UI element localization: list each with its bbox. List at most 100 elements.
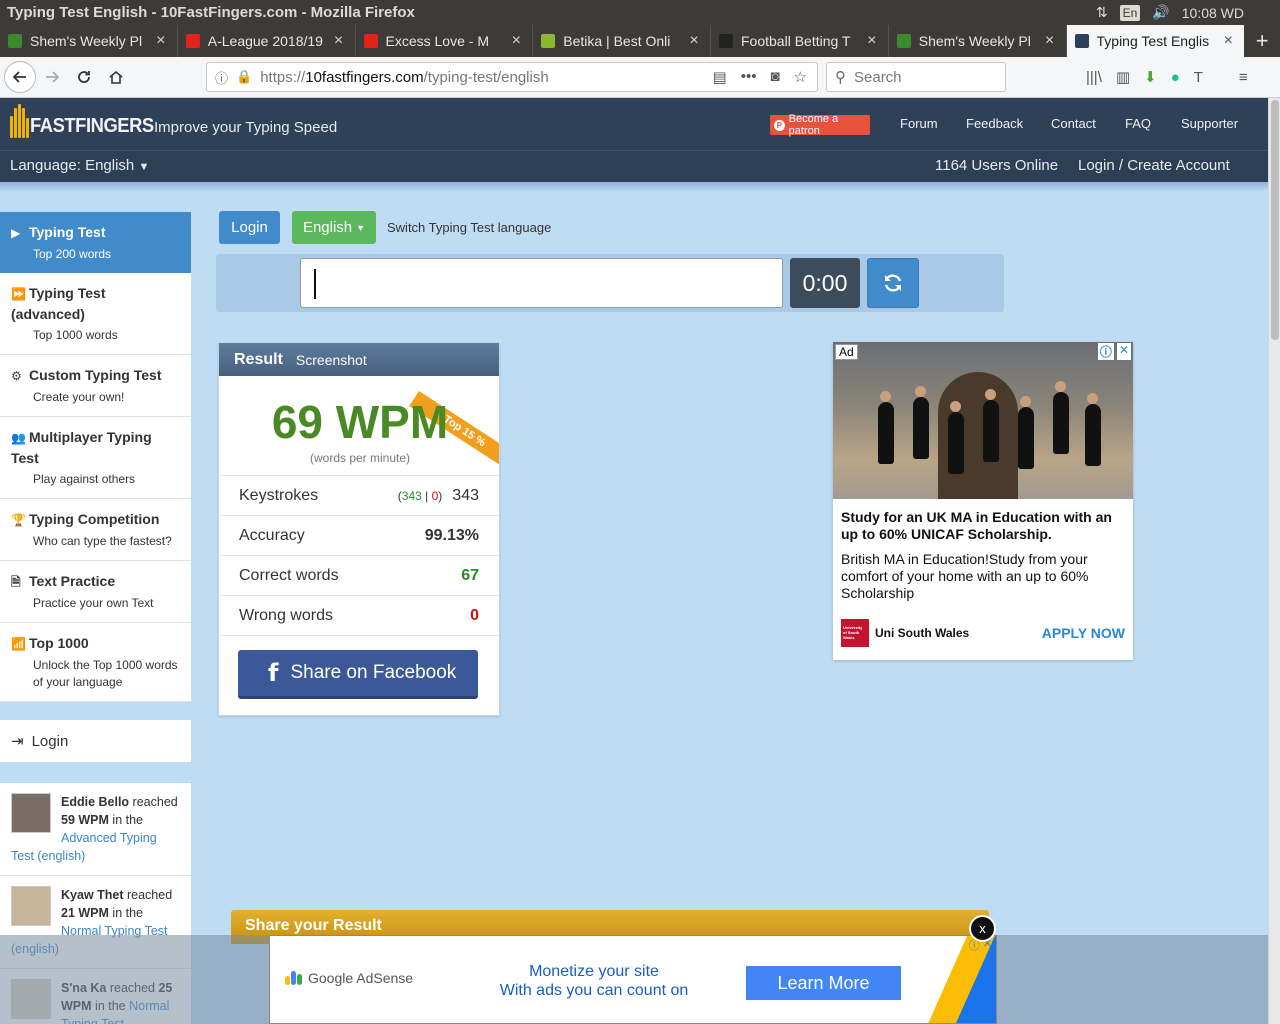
language-button[interactable]: English ▼ xyxy=(292,211,376,244)
typing-input[interactable] xyxy=(300,258,783,308)
close-tab-icon[interactable]: × xyxy=(1220,32,1236,50)
forward-button[interactable] xyxy=(36,61,68,93)
restart-test-button[interactable] xyxy=(867,258,919,308)
close-tab-icon[interactable]: × xyxy=(686,32,702,50)
download-icon[interactable]: ⬇ xyxy=(1144,68,1157,86)
close-tab-icon[interactable]: × xyxy=(508,32,524,50)
browser-tab[interactable]: Excess Love - M × xyxy=(356,25,534,57)
browser-tab[interactable]: Betika | Best Onli × xyxy=(533,25,711,57)
avatar[interactable] xyxy=(11,886,51,926)
ad-choices[interactable]: ⓘ ✕ xyxy=(1097,343,1131,360)
sidebar-item[interactable]: ▶ Typing Test Top 200 words xyxy=(0,212,191,273)
browser-tab[interactable]: Shem's Weekly Pl × xyxy=(889,25,1067,57)
graduate-face xyxy=(950,401,961,412)
close-tab-icon[interactable]: × xyxy=(331,32,347,50)
sidebar-item[interactable]: ⏩ Typing Test (advanced) Top 1000 words xyxy=(0,273,191,355)
new-tab-button[interactable]: + xyxy=(1244,25,1280,57)
correct-words-label: Correct words xyxy=(239,566,339,584)
adchoices-icon[interactable]: ⓘ xyxy=(1097,343,1114,360)
language-dropdown[interactable]: Language: English ▼ xyxy=(10,157,149,174)
graduate-face xyxy=(880,391,891,402)
display-ad[interactable]: Ad ⓘ ✕ Study for an UK MA in Education wi… xyxy=(833,342,1133,660)
sidebar-item[interactable]: 🗎 Text Practice Practice your own Text xyxy=(0,561,191,623)
system-tray: ⇅ En 🔊 10:08 WD xyxy=(1096,4,1280,21)
graduate-face xyxy=(1087,393,1098,404)
browser-tab[interactable]: A-League 2018/19 × xyxy=(178,25,356,57)
keyboard-layout-indicator[interactable]: En xyxy=(1119,4,1141,21)
sidebar-item-title: Typing Competition xyxy=(29,511,160,527)
bottom-banner-ad[interactable]: Google AdSense Monetize your site With a… xyxy=(269,935,997,1024)
nav-forum[interactable]: Forum xyxy=(900,116,938,131)
nav-faq[interactable]: FAQ xyxy=(1125,116,1151,131)
library-icon[interactable]: |||\ xyxy=(1086,69,1102,86)
clock[interactable]: 10:08 WD xyxy=(1182,5,1244,21)
close-ad-icon[interactable]: ✕ xyxy=(1116,343,1131,360)
header-login-link[interactable]: Login xyxy=(1078,157,1115,174)
sidebar-item[interactable]: 🏆 Typing Competition Who can type the fast… xyxy=(0,499,191,561)
menu-icon[interactable]: ≡ xyxy=(1239,69,1248,86)
activity-test-link[interactable]: Advanced Typing Test (english) xyxy=(11,831,157,863)
browser-tab[interactable]: Typing Test Englis × xyxy=(1066,25,1245,57)
translate-icon[interactable]: T xyxy=(1194,69,1203,86)
facebook-icon: f xyxy=(268,659,279,687)
graduate-figure xyxy=(878,402,894,464)
search-placeholder: Search xyxy=(854,68,902,86)
text-caret xyxy=(314,269,316,299)
os-title-bar: Typing Test English - 10FastFingers.com … xyxy=(0,0,1280,25)
tab-label: Shem's Weekly Pl xyxy=(918,33,1031,49)
volume-icon[interactable]: 🔊 xyxy=(1152,4,1169,21)
sidebar-item[interactable]: 📶 Top 1000 Unlock the Top 1000 words of yo… xyxy=(0,623,191,702)
grammarly-icon[interactable]: ● xyxy=(1171,69,1180,86)
sidebar-login[interactable]: ⇥ Login xyxy=(0,720,191,762)
tab-result[interactable]: Result xyxy=(234,351,283,369)
accuracy-row: Accuracy 99.13% xyxy=(219,515,499,555)
banner-message: Monetize your site With ads you can coun… xyxy=(490,962,698,1000)
reader-view-icon[interactable]: ▤ xyxy=(713,68,727,86)
address-bar[interactable]: ⓘ 🔒 https://10fastfingers.com/typing-tes… xyxy=(206,62,818,92)
sidebar-item[interactable]: ⚙ Custom Typing Test Create your own! xyxy=(0,355,191,417)
back-button[interactable] xyxy=(4,61,36,93)
lock-icon[interactable]: 🔒 xyxy=(236,69,252,85)
learn-more-button[interactable]: Learn More xyxy=(746,966,901,1000)
ad-title[interactable]: Study for an UK MA in Education with an … xyxy=(841,509,1126,543)
browser-tab[interactable]: Shem's Weekly Pl × xyxy=(0,25,178,57)
apply-now-button[interactable]: APPLY NOW xyxy=(1042,625,1125,641)
info-icon[interactable]: ⓘ xyxy=(215,68,228,87)
become-patron-button[interactable]: P Become a patron xyxy=(770,113,870,137)
close-tab-icon[interactable]: × xyxy=(1042,32,1058,50)
share-facebook-button[interactable]: f Share on Facebook xyxy=(238,650,478,699)
sidebar-login-label: Login xyxy=(31,732,69,750)
search-bar[interactable]: ⚲ Search xyxy=(826,62,1006,92)
network-icon[interactable]: ⇅ xyxy=(1096,4,1108,21)
nav-supporter[interactable]: Supporter xyxy=(1181,116,1238,131)
login-button[interactable]: Login xyxy=(219,211,280,244)
window-title: Typing Test English - 10FastFingers.com … xyxy=(7,4,415,21)
tab-label: A-League 2018/19 xyxy=(207,33,323,49)
nav-feedback[interactable]: Feedback xyxy=(966,116,1023,131)
bookmark-star-icon[interactable]: ☆ xyxy=(794,68,807,86)
close-tab-icon[interactable]: × xyxy=(864,32,880,50)
activity-user-name[interactable]: Kyaw Thet xyxy=(61,888,124,902)
create-account-link[interactable]: Create Account xyxy=(1127,157,1230,174)
page-actions-icon[interactable]: ••• xyxy=(741,68,757,86)
site-logo[interactable]: FASTFINGERS xyxy=(10,104,165,138)
ad-image-graduates[interactable] xyxy=(833,342,1133,499)
close-share-button[interactable]: x xyxy=(969,915,996,942)
refresh-icon xyxy=(884,274,902,292)
scrollbar-thumb[interactable] xyxy=(1271,100,1279,340)
nav-contact[interactable]: Contact xyxy=(1051,116,1096,131)
activity-text: reached xyxy=(129,795,178,809)
sidebar-icon[interactable]: ▥ xyxy=(1116,68,1130,86)
home-button[interactable] xyxy=(100,61,132,93)
pocket-icon[interactable]: ◙ xyxy=(770,68,779,86)
accuracy-label: Accuracy xyxy=(239,526,305,544)
close-tab-icon[interactable]: × xyxy=(153,32,169,50)
browser-tab[interactable]: Football Betting T × xyxy=(711,25,889,57)
graduate-figure xyxy=(983,400,999,462)
avatar[interactable] xyxy=(11,793,51,833)
page-scrollbar[interactable] xyxy=(1268,98,1280,1024)
tab-screenshot[interactable]: Screenshot xyxy=(296,352,367,368)
reload-page-button[interactable] xyxy=(68,61,100,93)
activity-user-name[interactable]: Eddie Bello xyxy=(61,795,129,809)
sidebar-item[interactable]: 👥 Multiplayer Typing Test Play against oth… xyxy=(0,417,191,499)
